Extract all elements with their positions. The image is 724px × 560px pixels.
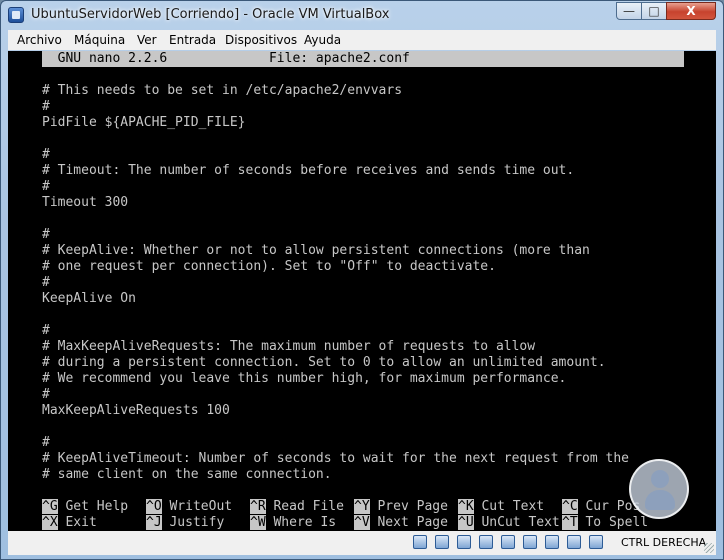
nano-text-line: # This needs to be set in /etc/apache2/e… [42, 83, 403, 98]
display-icon[interactable] [501, 535, 515, 549]
shortcut-label: Next Page [369, 515, 448, 530]
menu-archivo[interactable]: Archivo [17, 33, 62, 47]
nano-text-line: # [42, 179, 50, 194]
hard-disk-icon[interactable] [413, 535, 427, 549]
nano-shortcut: ^W Where Is [250, 515, 336, 531]
shortcut-label: Get Help [57, 499, 129, 514]
virtualbox-window: UbuntuServidorWeb [Corriendo] - Oracle V… [0, 0, 724, 560]
shortcut-label: To Spell [577, 515, 649, 530]
menu-ayuda[interactable]: Ayuda [304, 33, 341, 47]
nano-text-line: # KeepAlive: Whether or not to allow per… [42, 243, 590, 258]
nano-text-line: # We recommend you leave this number hig… [42, 371, 567, 386]
nano-text-line: # [42, 435, 50, 450]
nano-text-line: PidFile ${APACHE_PID_FILE} [42, 115, 246, 130]
host-key-label: CTRL DERECHA [621, 536, 707, 549]
menu-bar: Archivo Máquina Ver Entrada Dispositivos… [8, 30, 716, 50]
nano-shortcut: ^U UnCut Text [458, 515, 560, 531]
shortcut-label: Prev Page [369, 499, 448, 514]
shortcut-label: Read File [265, 499, 344, 514]
shortcut-key: ^V [354, 515, 370, 530]
site-watermark-logo [629, 459, 689, 519]
menu-dispositivos[interactable]: Dispositivos [225, 33, 297, 47]
shortcut-label: Justify [161, 515, 225, 530]
nano-shortcut: ^J Justify [146, 515, 224, 531]
status-bar: CTRL DERECHA [8, 531, 716, 555]
virtualbox-icon [8, 7, 24, 23]
nano-header: GNU nano 2.2.6 File: apache2.conf [42, 51, 684, 67]
resize-grip[interactable] [704, 543, 714, 553]
menu-ver[interactable]: Ver [137, 33, 157, 47]
shortcut-label: Cut Text [473, 499, 545, 514]
nano-text-line: # one request per connection). Set to "O… [42, 259, 496, 274]
nano-text-line: # during a persistent connection. Set to… [42, 355, 606, 370]
close-button[interactable]: X [666, 2, 716, 20]
window-title: UbuntuServidorWeb [Corriendo] - Oracle V… [31, 7, 390, 22]
minimize-button[interactable]: — [616, 2, 642, 20]
shortcut-key: ^Y [354, 499, 370, 514]
shortcut-key: ^T [562, 515, 578, 530]
nano-text-line: # [42, 227, 50, 242]
shortcut-key: ^J [146, 515, 162, 530]
network-icon[interactable] [523, 535, 537, 549]
nano-text-line: # [42, 99, 50, 114]
nano-text-line: # KeepAliveTimeout: Number of seconds to… [42, 451, 629, 466]
vm-display[interactable]: GNU nano 2.2.6 File: apache2.conf # This… [8, 51, 716, 531]
nano-text-line: # [42, 275, 50, 290]
nano-shortcut: ^G Get Help [42, 499, 128, 515]
shortcut-key: ^U [458, 515, 474, 530]
nano-shortcut: ^K Cut Text [458, 499, 544, 515]
menu-entrada[interactable]: Entrada [169, 33, 216, 47]
maximize-button[interactable]: □ [641, 2, 667, 20]
shortcut-key: ^O [146, 499, 162, 514]
nano-shortcut: ^V Next Page [354, 515, 448, 531]
menu-maquina[interactable]: Máquina [74, 33, 125, 47]
nano-text-line: # Timeout: The number of seconds before … [42, 163, 575, 178]
video-capture-icon[interactable] [545, 535, 559, 549]
shortcut-key: ^X [42, 515, 58, 530]
shared-folders-icon[interactable] [479, 535, 493, 549]
nano-shortcut: ^Y Prev Page [354, 499, 448, 515]
optical-drive-icon[interactable] [435, 535, 449, 549]
shortcut-key: ^W [250, 515, 266, 530]
nano-shortcut: ^O WriteOut [146, 499, 232, 515]
shortcut-label: Exit [57, 515, 97, 530]
nano-text-line: # [42, 387, 50, 402]
nano-text-line: KeepAlive On [42, 291, 136, 306]
nano-shortcut: ^T To Spell [562, 515, 648, 531]
nano-text-line: Timeout 300 [42, 195, 129, 210]
nano-text-line: # [42, 147, 50, 162]
shortcut-key: ^C [562, 499, 578, 514]
nano-shortcut: ^C Cur Pos [562, 499, 640, 515]
title-bar[interactable]: UbuntuServidorWeb [Corriendo] - Oracle V… [1, 1, 723, 29]
nano-text-line: # MaxKeepAliveRequests: The maximum numb… [42, 339, 536, 354]
nano-text-line: MaxKeepAliveRequests 100 [42, 403, 230, 418]
shortcut-key: ^R [250, 499, 266, 514]
keyboard-capture-icon[interactable] [589, 535, 603, 549]
shortcut-key: ^K [458, 499, 474, 514]
mouse-integration-icon[interactable] [567, 535, 581, 549]
usb-icon[interactable] [457, 535, 471, 549]
nano-text-line: # [42, 323, 50, 338]
nano-shortcut: ^R Read File [250, 499, 344, 515]
nano-shortcut: ^X Exit [42, 515, 97, 531]
nano-text-line: # same client on the same connection. [42, 467, 332, 482]
shortcut-label: WriteOut [161, 499, 233, 514]
shortcut-key: ^G [42, 499, 58, 514]
shortcut-label: UnCut Text [473, 515, 560, 530]
nano-terminal[interactable]: GNU nano 2.2.6 File: apache2.conf # This… [42, 51, 684, 531]
shortcut-label: Where Is [265, 515, 337, 530]
